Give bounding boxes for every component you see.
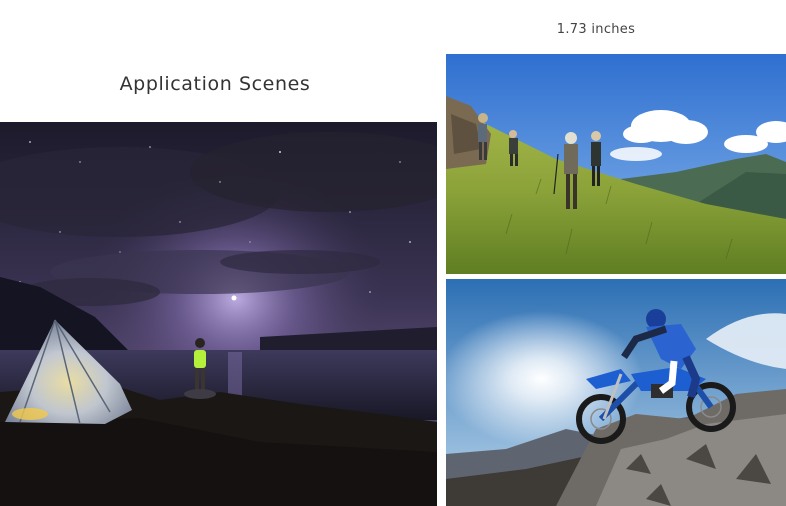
page-title: Application Scenes (119, 72, 311, 95)
mountain-hiking-photo (446, 54, 786, 274)
night-camping-photo (0, 122, 437, 506)
dimension-caption: 1.73 inches (556, 22, 636, 37)
motocross-photo (446, 279, 786, 506)
